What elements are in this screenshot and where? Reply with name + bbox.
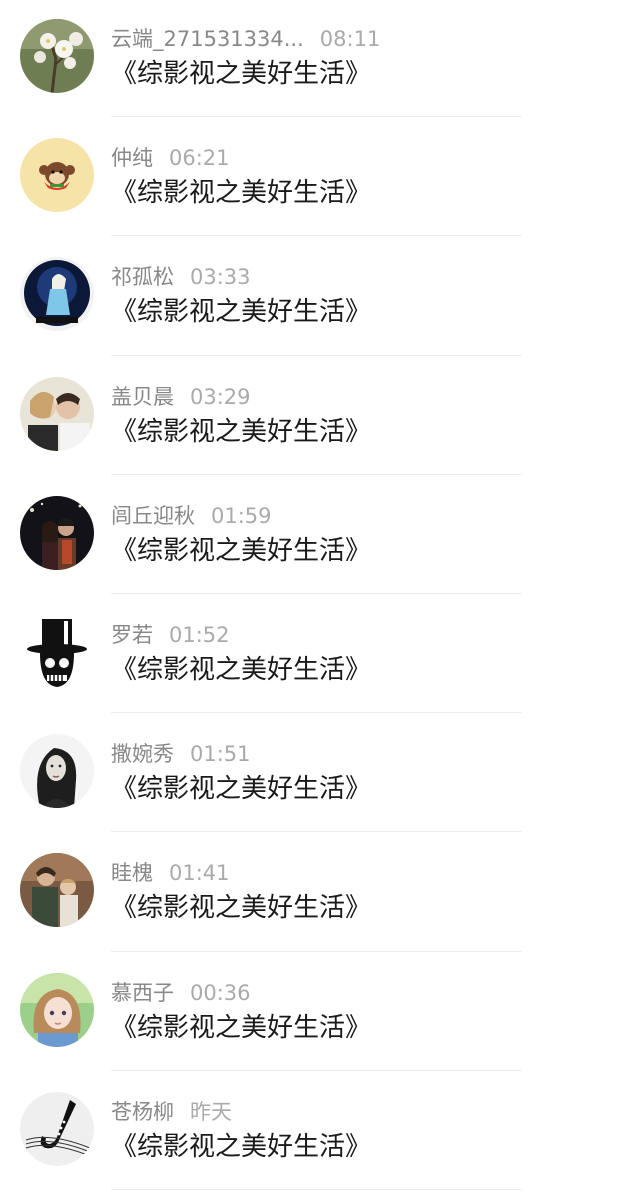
divider [111, 1188, 522, 1190]
comment-item[interactable]: 苍杨柳 昨天 《综影视之美好生活》 [0, 1073, 640, 1192]
comment-text: 《综影视之美好生活》 [111, 59, 372, 89]
comment-meta: 盖贝晨 03:29 [111, 382, 251, 412]
avatar[interactable] [20, 138, 94, 213]
monkey-icon [20, 138, 94, 213]
comment-time: 03:33 [190, 265, 251, 290]
comment-item[interactable]: 云端_271531334... 08:11 《综影视之美好生活》 [0, 0, 640, 119]
comment-list: 云端_271531334... 08:11 《综影视之美好生活》 仲纯 06:21 … [0, 0, 640, 1198]
comment-meta: 眭槐 01:41 [111, 858, 230, 888]
comment-text: 《综影视之美好生活》 [111, 535, 372, 566]
comment-time: 01:59 [211, 503, 272, 528]
comment-meta: 慕西子 00:36 [111, 978, 251, 1008]
comment-text: 《综影视之美好生活》 [111, 416, 372, 447]
couple-icon [20, 376, 94, 451]
comment-item[interactable]: 慕西子 00:36 《综影视之美好生活》 [0, 954, 640, 1073]
avatar[interactable] [20, 734, 94, 809]
avatar[interactable] [20, 614, 94, 689]
user-name[interactable]: 眭槐 [111, 861, 153, 885]
princess-icon [20, 257, 94, 332]
user-name[interactable]: 撒婉秀 [111, 742, 174, 766]
family-icon [20, 853, 94, 928]
user-name[interactable]: 祁孤松 [111, 265, 174, 289]
comment-time: 01:51 [190, 742, 251, 767]
divider [111, 950, 522, 952]
comment-text: 《综影视之美好生活》 [111, 178, 372, 209]
comment-text: 《综影视之美好生活》 [111, 1131, 372, 1162]
comment-time: 01:52 [169, 622, 230, 647]
comment-text: 《综影视之美好生活》 [111, 774, 372, 805]
comment-text: 《综影视之美好生活》 [111, 893, 372, 924]
user-name[interactable]: 云端_271531334... [111, 27, 304, 51]
comment-meta: 仲纯 06:21 [111, 143, 230, 173]
divider [111, 831, 522, 833]
divider [111, 473, 522, 475]
comment-item[interactable]: 闾丘迎秋 01:59 《综影视之美好生活》 [0, 477, 640, 596]
user-name[interactable]: 闾丘迎秋 [111, 504, 195, 528]
user-name[interactable]: 苍杨柳 [111, 1100, 174, 1124]
divider [111, 1069, 522, 1071]
comment-meta: 闾丘迎秋 01:59 [111, 501, 272, 531]
avatar[interactable] [20, 853, 94, 928]
saxophone-icon [20, 1091, 94, 1166]
avatar[interactable] [20, 376, 94, 451]
night-couple-icon [20, 495, 94, 570]
comment-item[interactable]: 盖贝晨 03:29 《综影视之美好生活》 [0, 358, 640, 477]
comment-text: 《综影视之美好生活》 [111, 654, 372, 685]
comment-item[interactable]: 撒婉秀 01:51 《综影视之美好生活》 [0, 715, 640, 834]
comment-time: 昨天 [190, 1099, 232, 1124]
divider [111, 116, 522, 118]
avatar[interactable] [20, 19, 94, 93]
comment-meta: 罗若 01:52 [111, 620, 230, 650]
cherry-blossom-icon [20, 19, 94, 93]
avatar[interactable] [20, 1091, 94, 1166]
anime-girl-icon [20, 972, 94, 1047]
avatar[interactable] [20, 972, 94, 1047]
comment-time: 00:36 [190, 980, 251, 1005]
comment-time: 03:29 [190, 384, 251, 409]
comment-time: 08:11 [319, 27, 381, 51]
divider [111, 235, 522, 237]
user-name[interactable]: 仲纯 [111, 146, 153, 170]
comment-item[interactable]: 罗若 01:52 《综影视之美好生活》 [0, 596, 640, 715]
girl-portrait-icon [20, 734, 94, 809]
comment-time: 06:21 [169, 146, 230, 171]
divider [111, 354, 522, 356]
comment-item[interactable]: 仲纯 06:21 《综影视之美好生活》 [0, 119, 640, 238]
comment-item[interactable]: 祁孤松 03:33 《综影视之美好生活》 [0, 238, 640, 357]
comment-text: 《综影视之美好生活》 [111, 297, 372, 328]
comment-time: 01:41 [169, 861, 230, 886]
comment-meta: 撒婉秀 01:51 [111, 739, 251, 769]
divider [111, 712, 522, 714]
avatar[interactable] [20, 257, 94, 332]
user-name[interactable]: 罗若 [111, 623, 153, 647]
comment-meta: 苍杨柳 昨天 [111, 1097, 232, 1127]
user-name[interactable]: 盖贝晨 [111, 385, 174, 409]
comment-meta: 祁孤松 03:33 [111, 262, 251, 292]
comment-text: 《综影视之美好生活》 [111, 1012, 372, 1043]
skull-tophat-icon [20, 614, 94, 689]
comment-item[interactable]: 眭槐 01:41 《综影视之美好生活》 [0, 834, 640, 953]
comment-meta: 云端_271531334... 08:11 [111, 24, 380, 54]
user-name[interactable]: 慕西子 [111, 981, 174, 1005]
avatar[interactable] [20, 495, 94, 570]
divider [111, 592, 522, 594]
